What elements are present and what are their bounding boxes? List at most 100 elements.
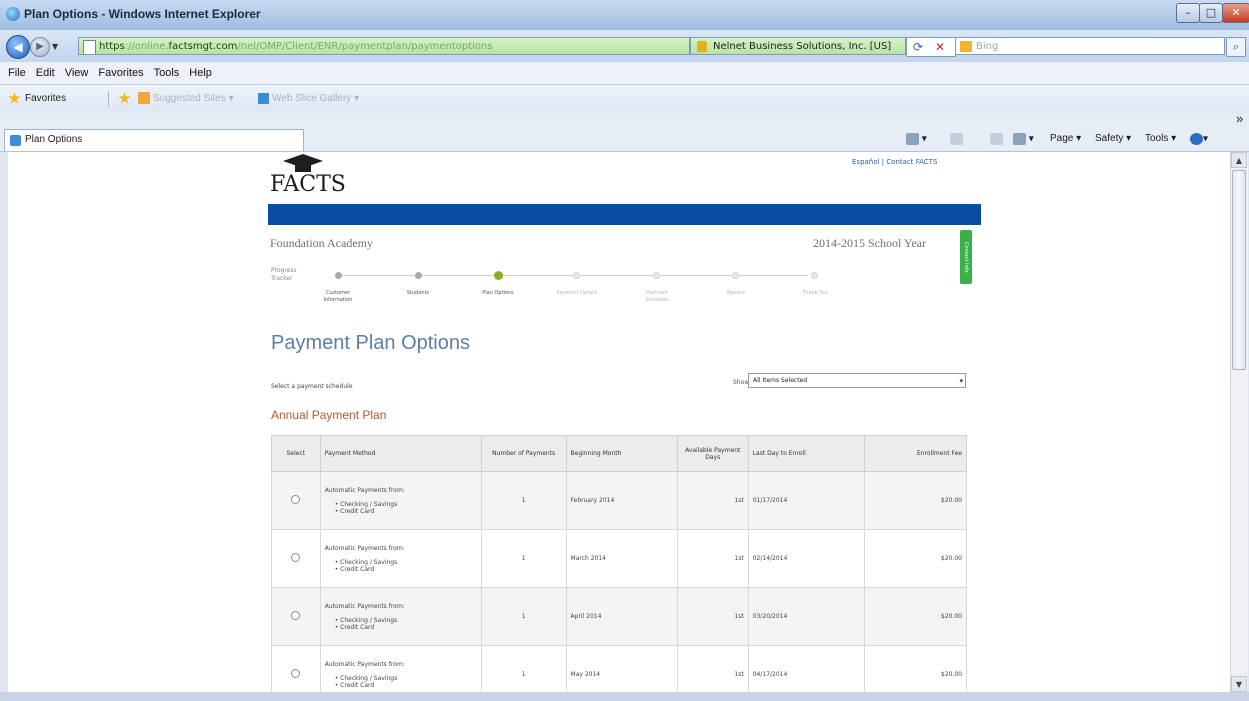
chevron-down-icon: ▾ (959, 377, 963, 385)
payment-method-cell: Automatic Payments from: • Checking / Sav… (319, 587, 482, 646)
col-payment-method: Payment Method (319, 435, 482, 472)
last-day-cell: 02/14/2014 (747, 529, 866, 588)
payments-cell: 1 (480, 587, 567, 646)
maximize-button[interactable]: □ (1199, 3, 1223, 23)
feeds-button[interactable] (950, 133, 963, 145)
favorites-label: Favorites (25, 93, 67, 104)
refresh-icon[interactable]: ⟳ (907, 38, 929, 56)
step-dot-current (494, 271, 503, 280)
step-label: Payment Details (556, 290, 598, 296)
vertical-scrollbar[interactable]: ▲ ▼ (1230, 152, 1248, 692)
last-day-cell: 04/17/2014 (747, 645, 866, 692)
method-item: • Checking / Savings (334, 674, 398, 682)
search-input[interactable]: Bing (955, 37, 1225, 55)
plan-radio[interactable] (291, 553, 301, 562)
history-dropdown-icon[interactable]: ▼ (52, 42, 58, 51)
feedback-tab[interactable]: Contact Info (960, 230, 972, 284)
address-toolbar: ◀ ▶ ▼ https://online.factsmgt.com/nel/OM… (0, 30, 1249, 62)
print-button[interactable]: ▾ (1013, 133, 1034, 145)
menu-edit[interactable]: Edit (31, 62, 60, 84)
search-icon[interactable]: ⌕ (1226, 37, 1246, 57)
select-cell (271, 645, 321, 692)
step-dot (811, 272, 818, 279)
table-row[interactable]: Automatic Payments from: • Checking / Sav… (271, 645, 967, 692)
page-viewport: FACTS Español | Contact FACTS Foundation… (8, 152, 1230, 692)
language-contact-links[interactable]: Español | Contact FACTS (852, 158, 937, 166)
home-button[interactable]: ▾ (906, 133, 927, 145)
step-label: Students (406, 290, 430, 296)
tools-menu[interactable]: Tools ▾ (1145, 133, 1176, 144)
month-cell: February 2014 (565, 471, 678, 530)
web-slice-gallery-button[interactable]: Web Slice Gallery ▾ (258, 89, 359, 109)
method-head: Automatic Payments from: (324, 660, 405, 668)
add-favorite-button[interactable] (118, 89, 135, 109)
bing-icon (960, 41, 972, 52)
table-row[interactable]: Automatic Payments from: • Checking / Sav… (271, 471, 967, 530)
mail-icon (990, 133, 1003, 145)
window-title: Plan Options - Windows Internet Explorer (24, 7, 261, 21)
safety-menu[interactable]: Safety ▾ (1095, 133, 1131, 144)
menu-tools[interactable]: Tools (149, 62, 185, 84)
show-filter-value: All Items Selected (753, 377, 808, 384)
fee-cell: $20.00 (864, 471, 967, 530)
page-menu[interactable]: Page ▾ (1050, 133, 1081, 144)
step-dot (732, 272, 739, 279)
step-label: Plan Options (482, 290, 514, 296)
menu-bar: File Edit View Favorites Tools Help (0, 62, 1249, 85)
menu-favorites[interactable]: Favorites (93, 62, 148, 84)
table-row[interactable]: Automatic Payments from: • Checking / Sav… (271, 529, 967, 588)
more-commands-button[interactable]: » (1236, 111, 1243, 126)
step-label: Customer Information (323, 290, 353, 303)
print-icon (1013, 133, 1026, 145)
plan-radio[interactable] (291, 611, 301, 620)
ie-logo-icon (6, 7, 20, 21)
payments-cell: 1 (480, 471, 567, 530)
method-head: Automatic Payments from: (324, 602, 405, 610)
menu-help[interactable]: Help (184, 62, 217, 84)
url-scheme: https (99, 41, 125, 52)
scroll-down-icon[interactable]: ▼ (1231, 676, 1247, 692)
scrollbar-thumb[interactable] (1232, 170, 1246, 370)
col-number-of-payments: Number of Payments (480, 435, 567, 472)
show-filter-select[interactable]: All Items Selected ▾ (748, 373, 966, 388)
favorites-button[interactable]: Favorites (8, 89, 66, 109)
close-button[interactable]: ✕ (1222, 3, 1249, 23)
feeds-icon (950, 133, 963, 145)
url-host: factsmgt.com (168, 41, 238, 52)
method-item: • Credit Card (334, 507, 375, 515)
plan-radio[interactable] (291, 669, 301, 678)
payment-method-cell: Automatic Payments from: • Checking / Sav… (319, 471, 482, 530)
back-button[interactable]: ◀ (6, 35, 30, 59)
stop-icon[interactable]: ✕ (929, 38, 951, 56)
fee-cell: $20.00 (864, 529, 967, 588)
minimize-button[interactable]: – (1176, 3, 1200, 23)
tab-plan-options[interactable]: Plan Options (4, 129, 304, 151)
web-slice-label: Web Slice Gallery ▾ (272, 93, 360, 104)
method-item: • Credit Card (334, 623, 375, 631)
add-favorite-icon (118, 91, 131, 104)
table-row[interactable]: Automatic Payments from: • Checking / Sav… (271, 587, 967, 646)
search-placeholder: Bing (976, 41, 999, 52)
security-certificate[interactable]: Nelnet Business Solutions, Inc. [US] (690, 37, 906, 55)
help-menu[interactable]: ▾ (1190, 133, 1208, 145)
page-icon (83, 40, 96, 54)
days-cell: 1st (676, 587, 749, 646)
address-bar[interactable]: https://online.factsmgt.com/nel/OMP/Clie… (78, 37, 690, 55)
step-label: Review (727, 290, 745, 296)
menu-view[interactable]: View (60, 62, 94, 84)
payments-cell: 1 (480, 529, 567, 588)
title-bar: Plan Options - Windows Internet Explorer… (0, 0, 1249, 31)
menu-file[interactable]: File (0, 62, 31, 84)
days-cell: 1st (676, 645, 749, 692)
scroll-up-icon[interactable]: ▲ (1231, 152, 1247, 168)
forward-button[interactable]: ▶ (30, 37, 50, 57)
graduation-cap-icon (283, 154, 323, 172)
col-select: Select (271, 435, 321, 472)
method-head: Automatic Payments from: (324, 544, 405, 552)
plan-radio[interactable] (291, 495, 301, 504)
last-day-cell: 03/20/2014 (747, 587, 866, 646)
tab-label: Plan Options (25, 134, 83, 145)
suggested-sites-button[interactable]: Suggested Sites ▾ (138, 89, 234, 109)
mail-button[interactable] (990, 133, 1003, 145)
section-title: Annual Payment Plan (271, 408, 387, 422)
